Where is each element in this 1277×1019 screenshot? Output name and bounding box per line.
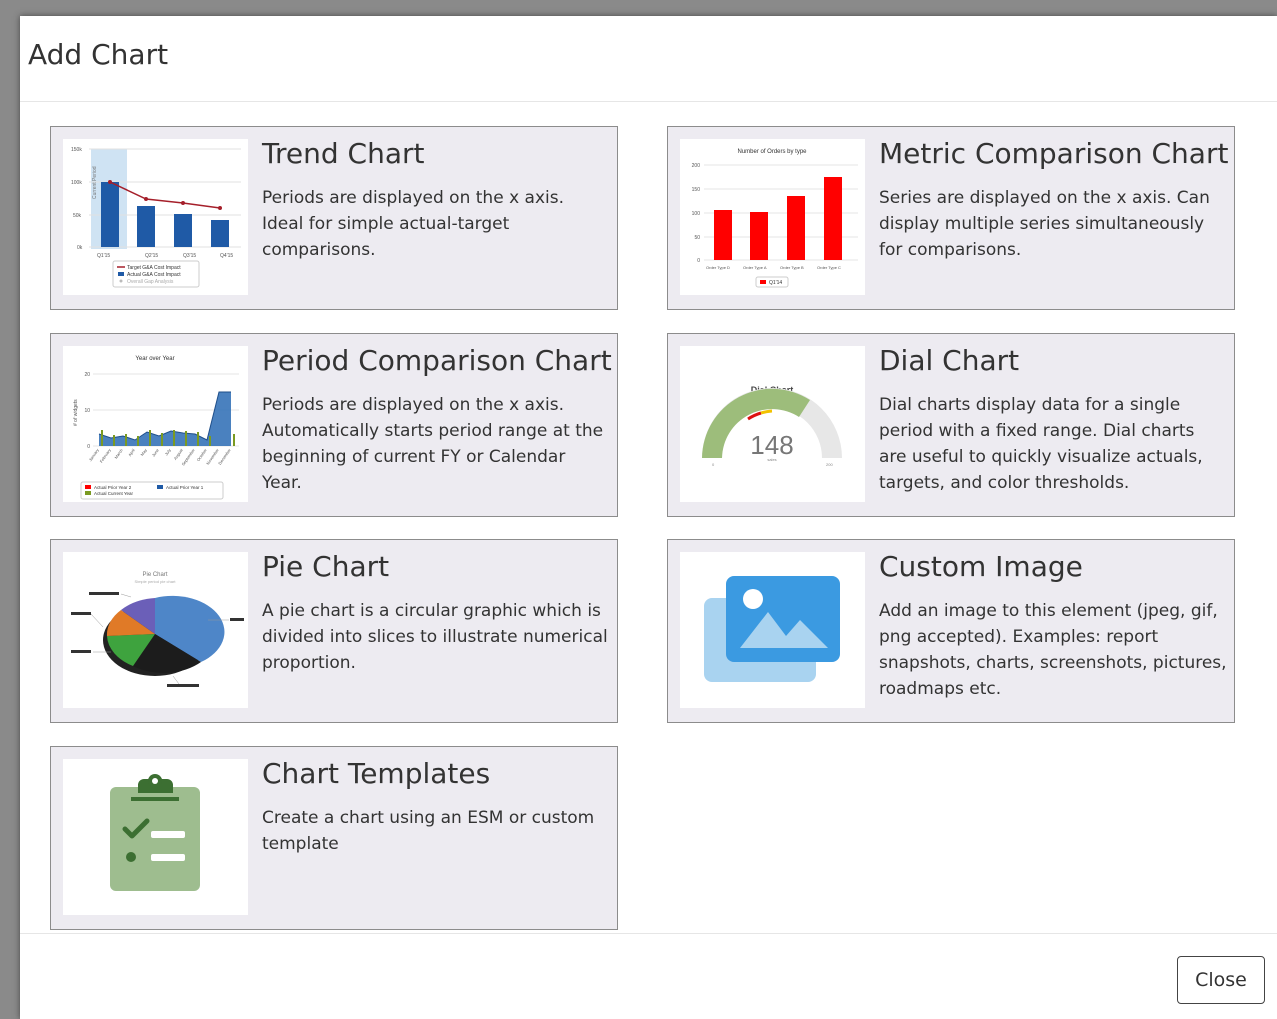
trend-x-tick: Q3'15 xyxy=(183,253,196,259)
dialog-header: Add Chart xyxy=(20,16,1277,102)
trend-x-tick: Q2'15 xyxy=(145,253,158,259)
metric-y-tick: 200 xyxy=(692,163,701,169)
period-x-tick: May xyxy=(139,448,147,457)
trend-x-tick: Q1'15 xyxy=(97,253,110,259)
card-description: Series are displayed on the x axis. Can … xyxy=(879,188,1210,260)
pie-chart-option[interactable]: Pie Chart Simple period pie chart Pie Ch… xyxy=(50,539,618,723)
pie-thumb-subtitle: Simple period pie chart xyxy=(135,579,177,584)
dial-unit: sales xyxy=(767,457,776,462)
pie-thumb-title: Pie Chart xyxy=(142,572,167,578)
metric-legend-item: Q1'14 xyxy=(769,280,782,286)
trend-chart-option[interactable]: 150k 100k 50k 0k Q1'15 Q2'15 Q3'15 Q4'15… xyxy=(50,126,618,310)
metric-y-tick: 0 xyxy=(697,258,700,264)
metric-bar xyxy=(787,196,805,260)
metric-y-tick: 100 xyxy=(692,211,701,217)
period-x-tick: December xyxy=(217,447,232,466)
metric-x-tick: Order Type B xyxy=(780,265,804,270)
period-y-tick: 10 xyxy=(84,408,90,414)
period-x-tick: February xyxy=(99,448,112,464)
card-description: Periods are displayed on the x axis. Ide… xyxy=(262,188,564,260)
dialog-title: Add Chart xyxy=(28,38,169,71)
period-legend-item: Actual Prior Year 2 xyxy=(94,485,132,490)
metric-comparison-chart-option[interactable]: Number of Orders by type 200 150 100 50 … xyxy=(667,126,1235,310)
dial-max: 200 xyxy=(826,462,833,467)
period-thumb-title: Year over Year xyxy=(135,356,174,362)
trend-y-tick: 100k xyxy=(71,180,82,186)
trend-y-axis-label: Current Period xyxy=(92,166,98,199)
card-title: Custom Image xyxy=(879,550,1083,583)
custom-image-option[interactable]: Custom Image Add an image to this elemen… xyxy=(667,539,1235,723)
period-legend-item: Actual Prior Year 1 xyxy=(166,485,204,490)
metric-y-tick: 50 xyxy=(694,235,700,241)
card-title: Chart Templates xyxy=(262,757,491,790)
card-title: Period Comparison Chart xyxy=(262,344,612,377)
metric-x-tick: Order Type A xyxy=(743,265,767,270)
trend-legend-item: Actual G&A Cost Impact xyxy=(127,272,181,278)
period-x-tick: July xyxy=(164,448,172,457)
metric-x-tick: Order Type D xyxy=(706,265,730,270)
period-legend-item: Actual Current Year xyxy=(94,491,134,496)
trend-y-tick: 50k xyxy=(73,213,82,219)
trend-x-tick: Q4'15 xyxy=(220,253,233,259)
metric-thumb-title: Number of Orders by type xyxy=(737,149,807,155)
card-title: Pie Chart xyxy=(262,550,390,583)
card-title: Dial Chart xyxy=(879,344,1020,377)
metric-y-tick: 150 xyxy=(692,187,701,193)
period-comparison-thumbnail: Year over Year 20 10 0 # of widgets Janu… xyxy=(63,346,248,502)
trend-bar xyxy=(101,182,119,247)
clipboard-icon xyxy=(110,774,200,891)
period-x-tick: April xyxy=(127,448,136,458)
image-icon xyxy=(704,576,840,682)
card-description: Add an image to this element (jpeg, gif,… xyxy=(879,601,1227,699)
card-title: Trend Chart xyxy=(262,137,425,170)
footer-divider xyxy=(20,933,1277,934)
metric-bar xyxy=(824,177,842,260)
dial-chart-option[interactable]: Dial Chart 148 sales 0 200 Dial Chart Di… xyxy=(667,333,1235,517)
period-y-tick: 20 xyxy=(84,372,90,378)
card-description: A pie chart is a circular graphic which … xyxy=(262,601,608,673)
card-description: Periods are displayed on the x axis. Aut… xyxy=(262,395,604,493)
period-y-axis-label: # of widgets xyxy=(73,399,79,426)
trend-chart-thumbnail: 150k 100k 50k 0k Q1'15 Q2'15 Q3'15 Q4'15… xyxy=(63,139,248,295)
dial-chart-thumbnail: Dial Chart 148 sales 0 200 xyxy=(680,346,865,502)
period-comparison-chart-option[interactable]: Year over Year 20 10 0 # of widgets Janu… xyxy=(50,333,618,517)
trend-bar xyxy=(137,206,155,247)
card-description: Create a chart using an ESM or custom te… xyxy=(262,808,595,854)
period-x-tick: June xyxy=(151,447,161,458)
chart-templates-thumbnail xyxy=(63,759,248,915)
close-button[interactable]: Close xyxy=(1177,956,1265,1004)
trend-legend-item: Overall Gap Analysis xyxy=(127,279,174,285)
trend-y-tick: 0k xyxy=(77,245,83,251)
trend-legend-item: Target G&A Cost Impact xyxy=(127,265,181,271)
metric-comparison-thumbnail: Number of Orders by type 200 150 100 50 … xyxy=(680,139,865,295)
period-x-tick: August xyxy=(173,447,185,461)
dial-min: 0 xyxy=(712,462,715,467)
trend-bar xyxy=(211,220,229,247)
pie-chart-thumbnail: Pie Chart Simple period pie chart xyxy=(63,552,248,708)
chart-templates-option[interactable]: Chart Templates Create a chart using an … xyxy=(50,746,618,930)
card-title: Metric Comparison Chart xyxy=(879,137,1229,170)
period-y-tick: 0 xyxy=(87,444,90,450)
trend-y-tick: 150k xyxy=(71,147,82,153)
custom-image-thumbnail xyxy=(680,552,865,708)
card-description: Dial charts display data for a single pe… xyxy=(879,395,1203,493)
metric-x-tick: Order Type C xyxy=(817,265,841,270)
metric-bar xyxy=(750,212,768,260)
dial-value: 148 xyxy=(750,430,793,460)
metric-bar xyxy=(714,210,732,260)
trend-bar xyxy=(174,214,192,247)
period-x-tick: March xyxy=(113,448,123,460)
add-chart-dialog: Add Chart 150k 100k 50k 0k Q1'15 Q2'15 Q… xyxy=(20,16,1277,1019)
